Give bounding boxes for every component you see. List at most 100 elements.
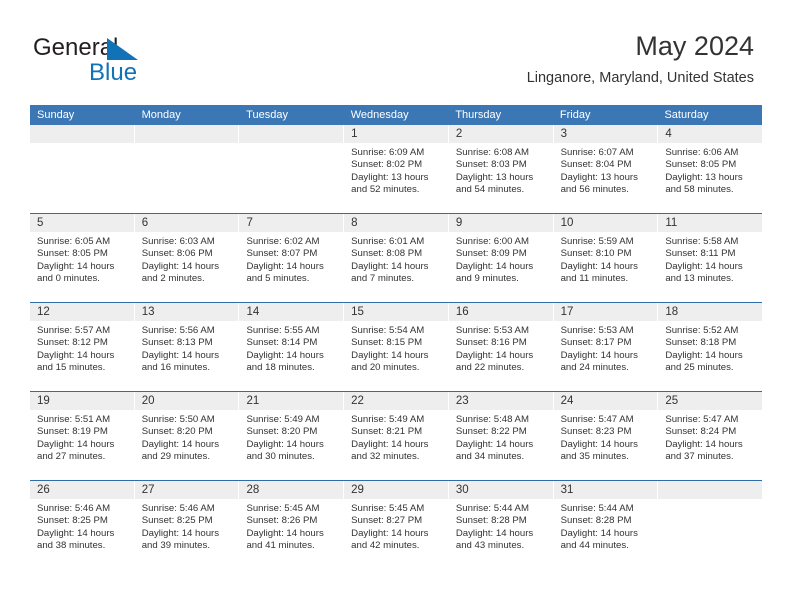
calendar-day-cell[interactable]: 2 Sunrise: 6:08 AM Sunset: 8:03 PM Daylight… [448, 125, 554, 213]
day-details: Sunrise: 6:05 AM Sunset: 8:05 PM Daylight:… [30, 232, 134, 302]
daylight-text-line1: Daylight: 14 hours [141, 349, 220, 361]
calendar-day-cell-empty [30, 125, 135, 213]
sunset-text: Sunset: 8:02 PM [351, 159, 423, 171]
sunset-text: Sunset: 8:23 PM [560, 426, 632, 438]
day-details: Sunrise: 5:45 AM Sunset: 8:26 PM Daylight:… [239, 499, 343, 569]
daylight-text-line2: and 0 minutes. [37, 273, 100, 285]
day-number: 7 [239, 214, 344, 232]
sunrise-text: Sunrise: 5:47 AM [560, 414, 634, 425]
calendar-day-cell-empty [239, 125, 345, 213]
daylight-text-line2: and 41 minutes. [246, 540, 315, 552]
logo-text-general: General [33, 34, 119, 61]
calendar-day-cell[interactable]: 21 Sunrise: 5:49 AM Sunset: 8:20 PM Dayligh… [239, 392, 345, 480]
calendar-day-cell[interactable]: 27 Sunrise: 5:46 AM Sunset: 8:25 PM Dayligh… [134, 481, 240, 569]
calendar-week-row: 26 Sunrise: 5:46 AM Sunset: 8:25 PM Dayligh… [30, 480, 763, 569]
calendar-day-cell[interactable]: 11 Sunrise: 5:58 AM Sunset: 8:11 PM Dayligh… [658, 214, 763, 302]
sunset-text: Sunset: 8:03 PM [455, 159, 527, 171]
day-number: 11 [658, 214, 763, 232]
sunrise-text: Sunrise: 5:56 AM [141, 325, 215, 336]
calendar-day-cell[interactable]: 26 Sunrise: 5:46 AM Sunset: 8:25 PM Dayligh… [30, 481, 135, 569]
daylight-text-line1: Daylight: 13 hours [455, 171, 534, 183]
day-details [30, 143, 134, 213]
daylight-text-line2: and 35 minutes. [560, 451, 629, 463]
day-details: Sunrise: 5:47 AM Sunset: 8:23 PM Daylight:… [554, 410, 658, 480]
sunrise-text: Sunrise: 5:57 AM [37, 325, 111, 336]
calendar-day-cell[interactable]: 19 Sunrise: 5:51 AM Sunset: 8:19 PM Dayligh… [30, 392, 135, 480]
day-number: 18 [658, 303, 763, 321]
calendar-day-cell[interactable]: 13 Sunrise: 5:56 AM Sunset: 8:13 PM Dayligh… [134, 303, 240, 391]
sunset-text: Sunset: 8:25 PM [37, 515, 108, 527]
daylight-text-line1: Daylight: 14 hours [37, 260, 115, 272]
day-number [239, 125, 344, 143]
calendar-weeks: 1 Sunrise: 6:09 AM Sunset: 8:02 PM Daylight… [30, 125, 763, 569]
day-number: 31 [553, 481, 658, 499]
calendar-day-cell[interactable]: 29 Sunrise: 5:45 AM Sunset: 8:27 PM Dayligh… [344, 481, 449, 569]
calendar-day-cell[interactable]: 30 Sunrise: 5:44 AM Sunset: 8:28 PM Dayligh… [448, 481, 554, 569]
daylight-text-line1: Daylight: 14 hours [141, 527, 220, 539]
day-details: Sunrise: 5:49 AM Sunset: 8:21 PM Daylight:… [344, 410, 448, 480]
daylight-text-line1: Daylight: 14 hours [351, 349, 429, 361]
sunrise-text: Sunrise: 5:49 AM [246, 414, 320, 425]
calendar-day-cell[interactable]: 18 Sunrise: 5:52 AM Sunset: 8:18 PM Dayligh… [658, 303, 763, 391]
sunset-text: Sunset: 8:05 PM [37, 248, 108, 260]
calendar-day-cell[interactable]: 22 Sunrise: 5:49 AM Sunset: 8:21 PM Dayligh… [344, 392, 449, 480]
calendar-day-cell[interactable]: 8 Sunrise: 6:01 AM Sunset: 8:08 PM Daylight… [344, 214, 449, 302]
calendar-day-cell[interactable]: 4 Sunrise: 6:06 AM Sunset: 8:05 PM Daylight… [658, 125, 763, 213]
calendar-day-cell[interactable]: 25 Sunrise: 5:47 AM Sunset: 8:24 PM Dayligh… [658, 392, 763, 480]
day-number: 22 [344, 392, 448, 410]
day-details: Sunrise: 5:56 AM Sunset: 8:13 PM Daylight:… [135, 321, 239, 391]
calendar-day-cell[interactable]: 7 Sunrise: 6:02 AM Sunset: 8:07 PM Daylight… [239, 214, 345, 302]
sunset-text: Sunset: 8:09 PM [455, 248, 527, 260]
calendar-day-cell[interactable]: 10 Sunrise: 5:59 AM Sunset: 8:10 PM Dayligh… [553, 214, 659, 302]
calendar-day-cell[interactable]: 3 Sunrise: 6:07 AM Sunset: 8:04 PM Daylight… [553, 125, 659, 213]
day-number: 10 [553, 214, 658, 232]
daylight-text-line1: Daylight: 14 hours [455, 349, 534, 361]
calendar-day-cell[interactable]: 6 Sunrise: 6:03 AM Sunset: 8:06 PM Daylight… [134, 214, 240, 302]
daylight-text-line1: Daylight: 14 hours [665, 438, 743, 450]
day-number: 4 [658, 125, 763, 143]
sunset-text: Sunset: 8:19 PM [37, 426, 108, 438]
calendar-day-cell[interactable]: 31 Sunrise: 5:44 AM Sunset: 8:28 PM Dayligh… [553, 481, 659, 569]
day-details: Sunrise: 5:53 AM Sunset: 8:16 PM Daylight:… [449, 321, 553, 391]
calendar-day-cell[interactable]: 17 Sunrise: 5:53 AM Sunset: 8:17 PM Dayligh… [553, 303, 659, 391]
calendar-day-cell[interactable]: 23 Sunrise: 5:48 AM Sunset: 8:22 PM Dayligh… [448, 392, 554, 480]
daylight-text-line2: and 24 minutes. [560, 362, 629, 374]
sunrise-text: Sunrise: 5:51 AM [37, 414, 111, 425]
day-number: 17 [553, 303, 658, 321]
day-details: Sunrise: 5:53 AM Sunset: 8:17 PM Daylight:… [554, 321, 658, 391]
calendar-day-cell[interactable]: 14 Sunrise: 5:55 AM Sunset: 8:14 PM Dayligh… [239, 303, 345, 391]
sunset-text: Sunset: 8:26 PM [246, 515, 318, 527]
daylight-text-line2: and 34 minutes. [455, 451, 525, 463]
day-details: Sunrise: 5:57 AM Sunset: 8:12 PM Daylight:… [30, 321, 134, 391]
daylight-text-line2: and 18 minutes. [246, 362, 315, 374]
day-details: Sunrise: 5:46 AM Sunset: 8:25 PM Daylight:… [30, 499, 134, 569]
daylight-text-line1: Daylight: 14 hours [37, 349, 115, 361]
sunrise-text: Sunrise: 5:47 AM [665, 414, 739, 425]
day-details: Sunrise: 5:52 AM Sunset: 8:18 PM Daylight:… [658, 321, 762, 391]
calendar-grid: Sunday Monday Tuesday Wednesday Thursday… [30, 105, 763, 569]
daylight-text-line2: and 13 minutes. [665, 273, 734, 285]
calendar-day-cell[interactable]: 15 Sunrise: 5:54 AM Sunset: 8:15 PM Dayligh… [344, 303, 449, 391]
day-number: 26 [30, 481, 134, 499]
sunset-text: Sunset: 8:24 PM [665, 426, 737, 438]
day-details: Sunrise: 6:06 AM Sunset: 8:05 PM Daylight:… [658, 143, 762, 213]
daylight-text-line1: Daylight: 14 hours [560, 438, 638, 450]
daylight-text-line2: and 20 minutes. [351, 362, 420, 374]
calendar-day-cell[interactable]: 20 Sunrise: 5:50 AM Sunset: 8:20 PM Dayligh… [134, 392, 240, 480]
daylight-text-line1: Daylight: 14 hours [246, 349, 324, 361]
calendar-day-cell[interactable]: 12 Sunrise: 5:57 AM Sunset: 8:12 PM Dayligh… [30, 303, 135, 391]
general-blue-logo[interactable]: General Blue [33, 34, 243, 86]
calendar-day-cell[interactable]: 28 Sunrise: 5:45 AM Sunset: 8:26 PM Dayligh… [239, 481, 345, 569]
calendar-week-row: 1 Sunrise: 6:09 AM Sunset: 8:02 PM Daylight… [30, 125, 763, 213]
daylight-text-line2: and 30 minutes. [246, 451, 315, 463]
calendar-day-cell[interactable]: 24 Sunrise: 5:47 AM Sunset: 8:23 PM Dayligh… [553, 392, 659, 480]
calendar-day-cell[interactable]: 16 Sunrise: 5:53 AM Sunset: 8:16 PM Dayligh… [448, 303, 554, 391]
calendar-day-cell[interactable]: 9 Sunrise: 6:00 AM Sunset: 8:09 PM Daylight… [448, 214, 554, 302]
calendar-day-cell[interactable]: 1 Sunrise: 6:09 AM Sunset: 8:02 PM Daylight… [344, 125, 449, 213]
day-number: 13 [134, 303, 239, 321]
sunrise-text: Sunrise: 5:48 AM [455, 414, 529, 425]
daylight-text-line1: Daylight: 14 hours [351, 260, 429, 272]
calendar-day-cell[interactable]: 5 Sunrise: 6:05 AM Sunset: 8:05 PM Daylight… [30, 214, 135, 302]
daylight-text-line2: and 42 minutes. [351, 540, 420, 552]
sunrise-text: Sunrise: 6:08 AM [455, 147, 529, 158]
